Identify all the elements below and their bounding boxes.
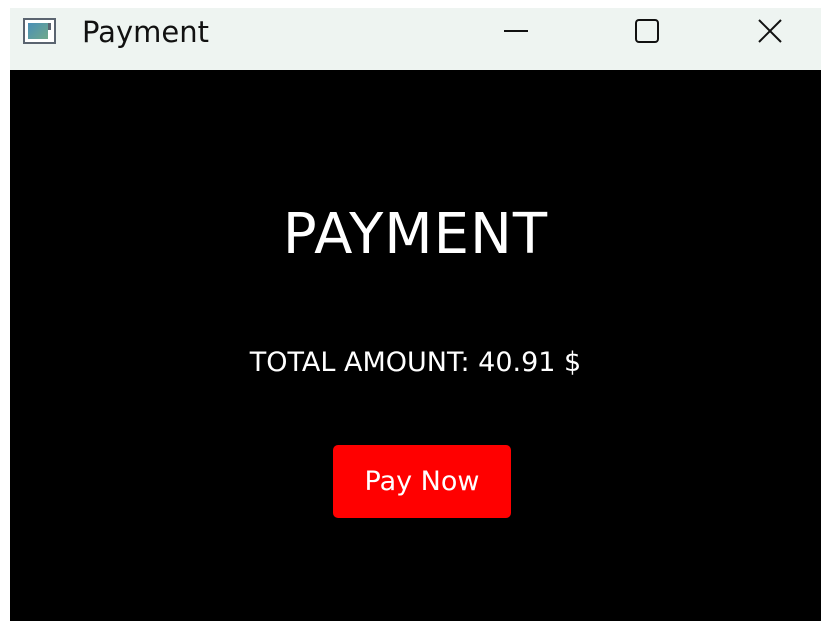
payment-content: PAYMENT TOTAL AMOUNT: 40.91 $ Pay Now: [10, 70, 821, 621]
minimize-icon: [504, 30, 528, 32]
close-icon: [758, 19, 782, 43]
payment-window: Payment PAYMENT TOTAL AMOUNT: 40.91 $ Pa…: [10, 8, 821, 621]
total-amount-label: TOTAL AMOUNT: 40.91 $: [249, 347, 582, 378]
page-title: PAYMENT: [282, 202, 549, 267]
maximize-button[interactable]: [607, 8, 687, 54]
maximize-icon: [635, 19, 659, 43]
window-title: Payment: [82, 15, 209, 49]
app-window-icon: [23, 18, 56, 44]
minimize-button[interactable]: [476, 8, 556, 54]
close-button[interactable]: [730, 8, 810, 54]
pay-now-button[interactable]: Pay Now: [333, 445, 511, 518]
title-bar[interactable]: Payment: [10, 8, 821, 70]
